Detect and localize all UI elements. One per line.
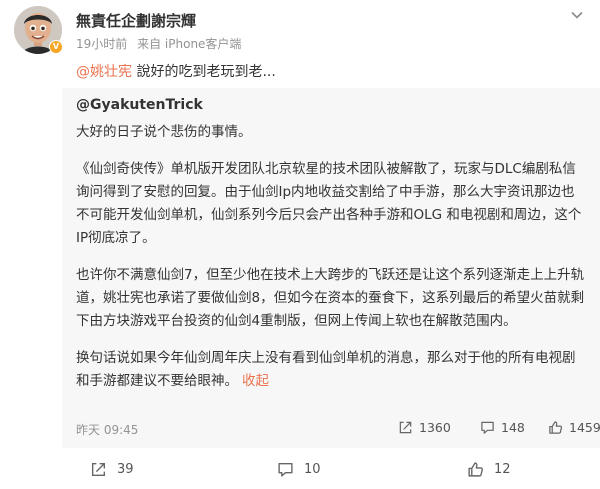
- verified-badge-icon: V: [49, 40, 63, 54]
- comment-button[interactable]: 10: [277, 461, 321, 478]
- quoted-like-button[interactable]: 1459: [548, 420, 600, 435]
- comment-count: 10: [304, 462, 321, 477]
- post-time[interactable]: 19小时前: [76, 37, 127, 51]
- repost-icon: [91, 462, 106, 477]
- quoted-comment-button[interactable]: 148: [480, 420, 525, 435]
- quoted-body: 大好的日子说个悲伤的事情。 《仙剑奇侠传》单机版开发团队北京软星的技术团队被解散…: [76, 121, 586, 407]
- like-button[interactable]: 12: [467, 461, 511, 478]
- comment-icon: [278, 462, 293, 477]
- chevron-down-icon[interactable]: [570, 8, 584, 22]
- repost-comment: @姚壮宪 說好的吃到老玩到老...: [76, 61, 276, 81]
- repost-button[interactable]: 39: [90, 461, 134, 478]
- quoted-comment-count: 148: [501, 420, 525, 435]
- quoted-like-count: 1459: [569, 420, 600, 435]
- quoted-repost-count: 1360: [419, 420, 451, 435]
- quoted-author[interactable]: @GyakutenTrick: [76, 97, 203, 113]
- like-icon: [549, 421, 563, 434]
- quoted-post[interactable]: @GyakutenTrick 大好的日子说个悲伤的事情。 《仙剑奇侠传》单机版开…: [62, 88, 600, 448]
- comment-icon: [481, 421, 494, 434]
- action-bar: 39 10 12: [62, 455, 600, 485]
- collapse-link[interactable]: 收起: [242, 373, 269, 389]
- quoted-repost-button[interactable]: 1360: [398, 420, 451, 435]
- repost-icon: [399, 421, 412, 434]
- post-header: V 無責任企劃謝宗輝 19小时前 来自 iPhone客户端: [0, 0, 600, 62]
- post-source: 来自 iPhone客户端: [137, 37, 242, 51]
- like-icon: [468, 462, 483, 477]
- author-name[interactable]: 無責任企劃謝宗輝: [76, 10, 196, 31]
- repost-count: 39: [117, 462, 134, 477]
- quoted-footer: 昨天 09:45 1360 148 1459: [76, 420, 600, 441]
- quoted-paragraph-last: 换句话说如果今年仙剑周年庆上没有看到仙剑单机的消息，那么对于他的所有电视剧和手游…: [76, 347, 586, 393]
- mention-link[interactable]: @姚壮宪: [76, 64, 132, 80]
- repost-comment-text: 說好的吃到老玩到老...: [132, 64, 276, 80]
- quoted-paragraph: 也许你不满意仙剑7，但至少他在技术上大跨步的飞跃还是让这个系列逐渐走上上升轨道，…: [76, 267, 585, 329]
- quoted-paragraph: 《仙剑奇侠传》单机版开发团队北京软星的技术团队被解散了，玩家与DLC编剧私信询问…: [76, 161, 582, 246]
- quoted-time[interactable]: 昨天 09:45: [76, 421, 138, 438]
- like-count: 12: [494, 462, 511, 477]
- post-meta: 19小时前 来自 iPhone客户端: [76, 35, 247, 52]
- quoted-paragraph-text: 换句话说如果今年仙剑周年庆上没有看到仙剑单机的消息，那么对于他的所有电视剧和手游…: [76, 350, 576, 389]
- quoted-paragraph: 大好的日子说个悲伤的事情。: [76, 124, 252, 140]
